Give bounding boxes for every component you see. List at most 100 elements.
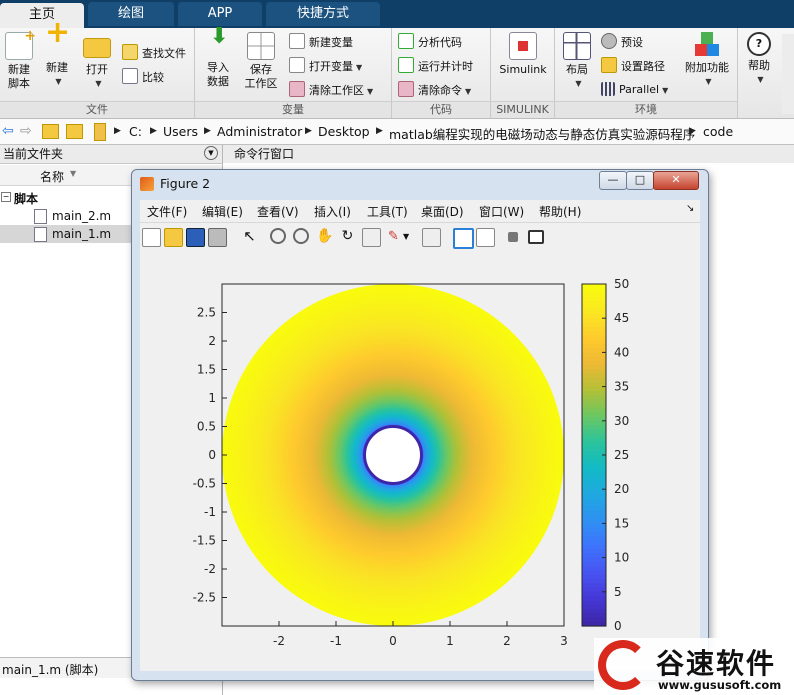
up-folder-icon[interactable] (42, 124, 59, 139)
zoom-out-icon[interactable] (293, 228, 309, 244)
x-tick-label: 0 (389, 634, 397, 648)
crumb-separator: ▶ (114, 126, 121, 136)
crumb-desktop[interactable]: Desktop (318, 124, 370, 139)
menu-view[interactable]: 查看(V) (257, 203, 299, 220)
tab-home[interactable]: 主页 (0, 3, 84, 28)
colorbar-segment (582, 305, 606, 311)
ribbon-section-help: ? 帮助 ▼ (738, 28, 780, 118)
zoom-in-icon[interactable] (270, 228, 286, 244)
collapse-icon[interactable]: − (1, 192, 11, 202)
colorbar-segment (582, 369, 606, 375)
help-button[interactable]: ? 帮助 ▼ (740, 32, 778, 87)
analyze-code-button[interactable]: 分析代码 (398, 33, 462, 51)
preferences-button[interactable]: 预设 (601, 33, 643, 51)
colorbar-toggle-icon[interactable] (453, 228, 474, 249)
crumb-code[interactable]: code (703, 124, 733, 139)
menu-desktop[interactable]: 桌面(D) (421, 203, 464, 220)
section-label-code: 代码 (392, 101, 490, 118)
open-button[interactable]: 打开 ▼ (78, 32, 116, 91)
compare-button[interactable]: 比较 (122, 68, 164, 86)
colorbar-segment (582, 352, 606, 358)
tab-shortcuts[interactable]: 快捷方式 (266, 2, 380, 26)
chevron-down-icon: ▼ (575, 79, 582, 88)
panel-menu-icon[interactable]: ▼ (204, 146, 218, 160)
save-workspace-button[interactable]: 保存 工作区 (241, 32, 281, 91)
browse-folder-icon[interactable] (66, 124, 83, 139)
chevron-down-icon: ▼ (356, 63, 363, 72)
print-icon[interactable] (208, 228, 227, 247)
menu-file[interactable]: 文件(F) (147, 203, 187, 220)
column-name[interactable]: 名称 (40, 168, 64, 185)
show-tools-icon[interactable] (528, 230, 544, 244)
new-figure-icon[interactable] (142, 228, 161, 247)
crumb-drive[interactable]: C: (129, 124, 142, 139)
clear-commands-button[interactable]: 清除命令 ▼ (398, 81, 471, 99)
annulus-contour (222, 284, 564, 626)
command-window-header: 命令行窗口 (223, 145, 794, 164)
colorbar-segment (582, 412, 606, 418)
x-tick-label: -1 (330, 634, 342, 648)
save-icon[interactable] (186, 228, 205, 247)
figure-title: Figure 2 (160, 176, 211, 191)
rotate-3d-icon[interactable]: ↻ (339, 228, 356, 245)
forward-arrow-icon[interactable]: ⇨ (20, 123, 32, 139)
pan-hand-icon[interactable]: ✋ (316, 228, 333, 245)
new-script-button[interactable]: + 新建 脚本 (2, 29, 36, 91)
colorbar-segment (582, 527, 606, 533)
tab-apps[interactable]: APP (178, 2, 262, 26)
data-cursor-icon[interactable] (362, 228, 381, 247)
crumb-administrator[interactable]: Administrator (217, 124, 302, 139)
open-file-icon[interactable] (164, 228, 183, 247)
addons-button[interactable]: 附加功能 ▼ (681, 32, 733, 89)
figure-canvas[interactable]: 2.5 2 1.5 1 0.5 0 -0.5 -1 -1.5 -2 -2.5 -2 -1 0 1 2 3 50… (140, 251, 700, 671)
menu-insert[interactable]: 插入(I) (314, 203, 351, 220)
crumb-users[interactable]: Users (163, 124, 198, 139)
maximize-button[interactable]: □ (626, 171, 654, 190)
clear-workspace-button[interactable]: 清除工作区 ▼ (289, 81, 373, 99)
link-plot-icon[interactable] (422, 228, 441, 247)
y-tick-label: -0.5 (193, 477, 216, 491)
parallel-button[interactable]: Parallel ▼ (601, 81, 668, 99)
menu-window[interactable]: 窗口(W) (479, 203, 524, 220)
colorbar-segment (582, 318, 606, 324)
new-script-icon: + (5, 29, 36, 60)
import-data-button[interactable]: ⬇ 导入 数据 (199, 26, 237, 89)
colorbar-segment (582, 574, 606, 580)
legend-toggle-icon[interactable] (476, 228, 495, 247)
save-workspace-icon (247, 32, 275, 60)
compare-label: 比较 (142, 71, 164, 84)
set-path-button[interactable]: 设置路径 (601, 57, 665, 75)
menu-help[interactable]: 帮助(H) (539, 203, 581, 220)
crumb-project-folder[interactable]: matlab编程实现的电磁场动态与静态仿真实验源码程序 (389, 124, 695, 143)
chevron-down-icon[interactable]: ▼ (403, 228, 420, 245)
menu-edit[interactable]: 编辑(E) (202, 203, 243, 220)
minimize-button[interactable]: — (599, 171, 627, 190)
open-variable-button[interactable]: 打开变量 ▼ (289, 57, 362, 75)
hide-tools-icon[interactable] (508, 232, 518, 242)
brush-icon[interactable]: ✎ (385, 228, 402, 245)
dock-arrow-icon[interactable]: ↘ (686, 203, 694, 214)
close-button[interactable]: ✕ (653, 171, 699, 190)
new-variable-label: 新建变量 (309, 36, 353, 49)
ribbon-section-variable: ⬇ 导入 数据 保存 工作区 新建变量 打开变量 ▼ 清除工作区 ▼ 变量 (195, 26, 392, 118)
x-tick-label: 2 (503, 634, 511, 648)
new-variable-button[interactable]: 新建变量 (289, 33, 353, 51)
back-arrow-icon[interactable]: ⇦ (2, 123, 14, 139)
parallel-icon (601, 82, 615, 96)
simulink-icon (509, 32, 537, 60)
simulink-button[interactable]: Simulink (495, 32, 551, 77)
colorbar-segment (582, 395, 606, 401)
tab-plots[interactable]: 绘图 (88, 2, 174, 26)
layout-button[interactable]: 布局 ▼ (559, 32, 595, 91)
new-button[interactable]: + 新建 ▼ (40, 18, 74, 89)
run-time-button[interactable]: 运行并计时 (398, 57, 473, 75)
menu-tools[interactable]: 工具(T) (367, 203, 408, 220)
sort-down-icon: ▼ (70, 169, 77, 178)
y-tick-label: 0 (208, 448, 216, 462)
find-files-button[interactable]: 查找文件 (122, 44, 186, 62)
current-folder-title: 当前文件夹 (3, 147, 64, 161)
colorbar-segment (582, 583, 606, 589)
figure-titlebar[interactable]: Figure 2 — □ ✕ (132, 170, 708, 198)
colorbar-segment (582, 570, 606, 576)
pointer-icon[interactable]: ↖ (241, 228, 258, 245)
